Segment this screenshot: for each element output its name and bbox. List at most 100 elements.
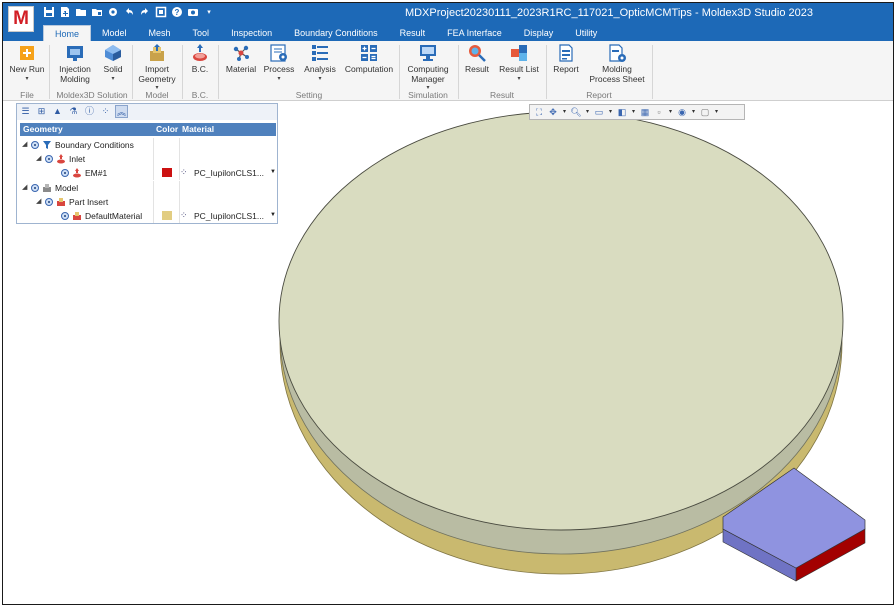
zoom-icon[interactable]: 🔍︎ <box>570 106 582 118</box>
camera-icon[interactable] <box>187 6 199 19</box>
shading-icon[interactable]: ▦ <box>639 106 651 118</box>
molding-process-sheet-label: Molding Process Sheet <box>589 64 645 84</box>
tree-label: Part Insert <box>69 197 109 207</box>
new-icon[interactable] <box>59 6 71 19</box>
expand-toggle-icon[interactable]: ◢ <box>36 154 41 162</box>
cube-view-icon[interactable]: ◧ <box>616 106 628 118</box>
tab-home[interactable]: Home <box>43 25 92 41</box>
solid-button[interactable]: Solid ▾ <box>99 43 127 83</box>
help-icon[interactable]: ? <box>171 6 183 19</box>
process-icon <box>269 43 289 63</box>
geometry-tree-panel: ☰ ⊞ ▲ ⚗ ⓘ ⁘ ︽ Geometry Color Material ◢ … <box>16 103 278 224</box>
material-dropdown-icon[interactable]: ▼ <box>270 169 276 175</box>
tree-view-icon[interactable]: ⊞ <box>35 105 48 118</box>
mold-view-icon[interactable]: ▲ <box>51 105 64 118</box>
material-network-icon[interactable]: ⁘ <box>99 105 112 118</box>
label-toggle-icon[interactable]: ▫ <box>653 106 665 118</box>
tab-result[interactable]: Result <box>389 25 437 41</box>
visibility-eye-icon[interactable] <box>45 198 53 206</box>
result-list-dropdown-icon[interactable]: ▾ <box>497 75 541 83</box>
open-project-icon[interactable] <box>91 6 103 19</box>
expand-toggle-icon[interactable]: ◢ <box>22 183 27 191</box>
tree-row-boundary-conditions[interactable]: ◢ Boundary Conditions <box>20 138 276 152</box>
redo-icon[interactable] <box>139 6 151 19</box>
result-list-button[interactable]: Result List ▾ <box>497 43 541 83</box>
material-label: Material <box>225 64 257 74</box>
process-dropdown-icon[interactable]: ▾ <box>261 75 297 83</box>
new-run-label: New Run <box>9 64 45 74</box>
bc-button[interactable]: B.C. <box>186 43 214 75</box>
solid-dropdown-icon[interactable]: ▾ <box>99 75 127 83</box>
collapse-icon[interactable]: ︽ <box>115 105 128 118</box>
list-view-icon[interactable]: ☰ <box>19 105 32 118</box>
molding-process-sheet-button[interactable]: Molding Process Sheet <box>587 43 647 84</box>
settings-icon[interactable] <box>107 6 119 19</box>
info-icon[interactable]: ⓘ <box>83 105 96 118</box>
display-options-icon[interactable]: ▢ <box>699 106 711 118</box>
analysis-dropdown-icon[interactable]: ▾ <box>301 75 339 83</box>
color-swatch[interactable] <box>162 168 172 177</box>
material-dropdown-icon[interactable]: ▼ <box>270 212 276 218</box>
column-divider <box>179 181 180 195</box>
tree-row-part-insert[interactable]: ◢ Part Insert <box>20 195 276 209</box>
tab-inspection[interactable]: Inspection <box>220 25 283 41</box>
app-logo[interactable]: M <box>8 6 34 32</box>
result-button[interactable]: Result <box>462 43 492 75</box>
open-folder-icon[interactable] <box>75 6 87 19</box>
zoom-dropdown-icon[interactable]: ▾ <box>584 106 591 118</box>
computing-manager-button[interactable]: Computing Manager ▾ <box>404 43 452 92</box>
tab-display[interactable]: Display <box>513 25 565 41</box>
pan-dropdown-icon[interactable]: ▾ <box>561 106 568 118</box>
material-button[interactable]: Material <box>223 43 259 75</box>
analysis-button[interactable]: Analysis ▾ <box>301 43 339 83</box>
ribbon: New Run ▾ File Injection Molding Solid ▾… <box>3 41 893 101</box>
expand-toggle-icon[interactable]: ◢ <box>22 140 27 148</box>
sheet-icon[interactable] <box>155 6 167 19</box>
undo-icon[interactable] <box>123 6 135 19</box>
visibility-eye-icon[interactable] <box>31 184 39 192</box>
result-icon <box>467 43 487 63</box>
expand-toggle-icon[interactable]: ◢ <box>36 197 41 205</box>
tree-row-model[interactable]: ◢ Model <box>20 181 276 195</box>
visibility-icon[interactable]: ◉ <box>676 106 688 118</box>
dropdown-icon[interactable]: ▾ <box>203 6 215 19</box>
injection-molding-button[interactable]: Injection Molding <box>55 43 95 84</box>
tab-model[interactable]: Model <box>91 25 138 41</box>
pan-icon[interactable]: ✥ <box>547 106 559 118</box>
save-icon[interactable] <box>43 6 55 19</box>
group-separator <box>49 45 50 99</box>
tab-mesh[interactable]: Mesh <box>138 25 182 41</box>
visibility-eye-icon[interactable] <box>61 212 69 220</box>
tree-row-inlet[interactable]: ◢ Inlet <box>20 152 276 166</box>
column-divider <box>153 209 154 223</box>
new-run-button[interactable]: New Run ▾ <box>9 43 45 83</box>
visibility-eye-icon[interactable] <box>31 141 39 149</box>
color-swatch[interactable] <box>162 211 172 220</box>
tab-tool[interactable]: Tool <box>182 25 221 41</box>
display-options-dropdown-icon[interactable]: ▾ <box>713 106 720 118</box>
label-dropdown-icon[interactable]: ▾ <box>667 106 674 118</box>
column-divider <box>179 138 180 152</box>
import-geometry-button[interactable]: Import Geometry ▾ <box>136 43 178 92</box>
visibility-dropdown-icon[interactable]: ▾ <box>690 106 697 118</box>
fit-view-icon[interactable]: ⛶ <box>533 106 545 118</box>
tree-row-em1[interactable]: EM#1 ⁘ PC_IupilonCLS1... ▼ <box>20 166 276 180</box>
cube-view-dropdown-icon[interactable]: ▾ <box>630 106 637 118</box>
import-geometry-label: Import Geometry <box>138 64 176 84</box>
new-run-dropdown-icon[interactable]: ▾ <box>9 75 45 83</box>
flask-icon[interactable]: ⚗ <box>67 105 80 118</box>
column-divider <box>153 166 154 180</box>
visibility-eye-icon[interactable] <box>45 155 53 163</box>
computation-button[interactable]: Computation <box>343 43 395 75</box>
window-view-dropdown-icon[interactable]: ▾ <box>607 106 614 118</box>
report-button[interactable]: Report <box>550 43 582 75</box>
process-button[interactable]: Process ▾ <box>261 43 297 83</box>
visibility-eye-icon[interactable] <box>61 169 69 177</box>
header-geometry: Geometry <box>23 124 63 134</box>
process-label: Process <box>263 64 295 74</box>
tab-utility[interactable]: Utility <box>564 25 608 41</box>
tab-fea-interface[interactable]: FEA Interface <box>436 25 513 41</box>
window-view-icon[interactable]: ▭ <box>593 106 605 118</box>
tree-row-default-material[interactable]: DefaultMaterial ⁘ PC_IupilonCLS1... ▼ <box>20 209 276 223</box>
tab-boundary-conditions[interactable]: Boundary Conditions <box>283 25 389 41</box>
